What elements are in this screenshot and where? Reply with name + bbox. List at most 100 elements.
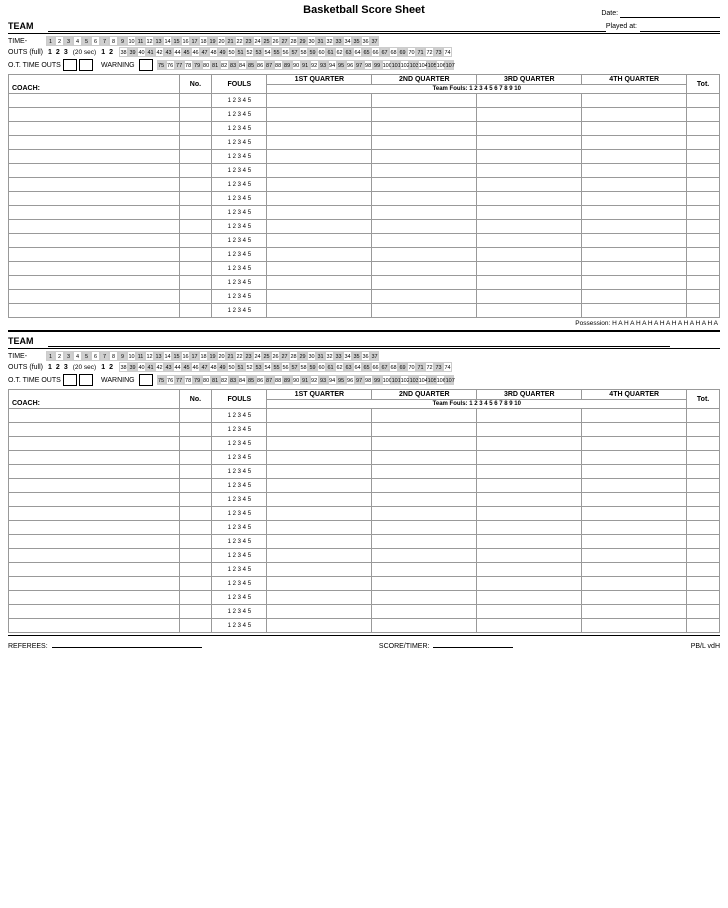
player-q3-cell[interactable] [477,549,582,563]
player-fouls-cell[interactable]: 1 2 3 4 5 [212,451,267,465]
player-q2-cell[interactable] [372,290,477,304]
player-q4-cell[interactable] [582,465,687,479]
player-q3-cell[interactable] [477,150,582,164]
player-q3-cell[interactable] [477,577,582,591]
player-name-cell[interactable] [9,192,180,206]
player-q4-cell[interactable] [582,276,687,290]
player-q4-cell[interactable] [582,605,687,619]
player-q1-cell[interactable] [267,493,372,507]
player-name-cell[interactable] [9,290,180,304]
player-number-cell[interactable] [179,619,212,633]
player-q4-cell[interactable] [582,192,687,206]
player-fouls-cell[interactable]: 1 2 3 4 5 [212,122,267,136]
player-q4-cell[interactable] [582,164,687,178]
player-fouls-cell[interactable]: 1 2 3 4 5 [212,493,267,507]
player-tot-cell[interactable] [687,290,720,304]
player-q4-cell[interactable] [582,619,687,633]
player-number-cell[interactable] [179,248,212,262]
player-q3-cell[interactable] [477,290,582,304]
player-number-cell[interactable] [179,521,212,535]
player-q3-cell[interactable] [477,234,582,248]
player-name-cell[interactable] [9,304,180,318]
player-fouls-cell[interactable]: 1 2 3 4 5 [212,591,267,605]
player-name-cell[interactable] [9,248,180,262]
player-q4-cell[interactable] [582,423,687,437]
player-tot-cell[interactable] [687,437,720,451]
player-q1-cell[interactable] [267,409,372,423]
player-fouls-cell[interactable]: 1 2 3 4 5 [212,262,267,276]
date-field[interactable] [620,10,720,18]
player-tot-cell[interactable] [687,535,720,549]
player-q2-cell[interactable] [372,136,477,150]
player-name-cell[interactable] [9,521,180,535]
player-name-cell[interactable] [9,136,180,150]
player-q1-cell[interactable] [267,262,372,276]
player-q3-cell[interactable] [477,619,582,633]
player-number-cell[interactable] [179,451,212,465]
player-name-cell[interactable] [9,493,180,507]
player-q3-cell[interactable] [477,605,582,619]
player-number-cell[interactable] [179,94,212,108]
player-q4-cell[interactable] [582,248,687,262]
player-q2-cell[interactable] [372,192,477,206]
player-fouls-cell[interactable]: 1 2 3 4 5 [212,549,267,563]
player-q1-cell[interactable] [267,479,372,493]
player-name-cell[interactable] [9,423,180,437]
player-q3-cell[interactable] [477,206,582,220]
player-q2-cell[interactable] [372,479,477,493]
player-name-cell[interactable] [9,451,180,465]
player-fouls-cell[interactable]: 1 2 3 4 5 [212,136,267,150]
player-fouls-cell[interactable]: 1 2 3 4 5 [212,507,267,521]
player-number-cell[interactable] [179,206,212,220]
player-q3-cell[interactable] [477,248,582,262]
player-q1-cell[interactable] [267,437,372,451]
player-q1-cell[interactable] [267,206,372,220]
player-fouls-cell[interactable]: 1 2 3 4 5 [212,290,267,304]
player-q4-cell[interactable] [582,479,687,493]
player-q4-cell[interactable] [582,150,687,164]
player-number-cell[interactable] [179,220,212,234]
player-q1-cell[interactable] [267,108,372,122]
player-tot-cell[interactable] [687,164,720,178]
player-q3-cell[interactable] [477,108,582,122]
player-q2-cell[interactable] [372,220,477,234]
player-fouls-cell[interactable]: 1 2 3 4 5 [212,521,267,535]
player-fouls-cell[interactable]: 1 2 3 4 5 [212,206,267,220]
player-name-cell[interactable] [9,122,180,136]
player-name-cell[interactable] [9,591,180,605]
player-q1-cell[interactable] [267,220,372,234]
player-name-cell[interactable] [9,108,180,122]
player-q2-cell[interactable] [372,577,477,591]
player-name-cell[interactable] [9,563,180,577]
player-number-cell[interactable] [179,304,212,318]
player-tot-cell[interactable] [687,479,720,493]
player-tot-cell[interactable] [687,304,720,318]
player-name-cell[interactable] [9,234,180,248]
player-q1-cell[interactable] [267,290,372,304]
player-number-cell[interactable] [179,549,212,563]
player-name-cell[interactable] [9,409,180,423]
player-name-cell[interactable] [9,479,180,493]
player-q2-cell[interactable] [372,437,477,451]
player-name-cell[interactable] [9,276,180,290]
player-tot-cell[interactable] [687,94,720,108]
player-q4-cell[interactable] [582,136,687,150]
player-tot-cell[interactable] [687,150,720,164]
player-name-cell[interactable] [9,150,180,164]
player-q3-cell[interactable] [477,164,582,178]
player-q2-cell[interactable] [372,409,477,423]
player-name-cell[interactable] [9,465,180,479]
player-fouls-cell[interactable]: 1 2 3 4 5 [212,276,267,290]
player-fouls-cell[interactable]: 1 2 3 4 5 [212,304,267,318]
player-number-cell[interactable] [179,535,212,549]
player-q4-cell[interactable] [582,108,687,122]
player-number-cell[interactable] [179,437,212,451]
player-q1-cell[interactable] [267,465,372,479]
player-q4-cell[interactable] [582,409,687,423]
player-fouls-cell[interactable]: 1 2 3 4 5 [212,409,267,423]
player-q1-cell[interactable] [267,122,372,136]
player-tot-cell[interactable] [687,549,720,563]
player-q3-cell[interactable] [477,304,582,318]
player-q4-cell[interactable] [582,563,687,577]
player-number-cell[interactable] [179,507,212,521]
